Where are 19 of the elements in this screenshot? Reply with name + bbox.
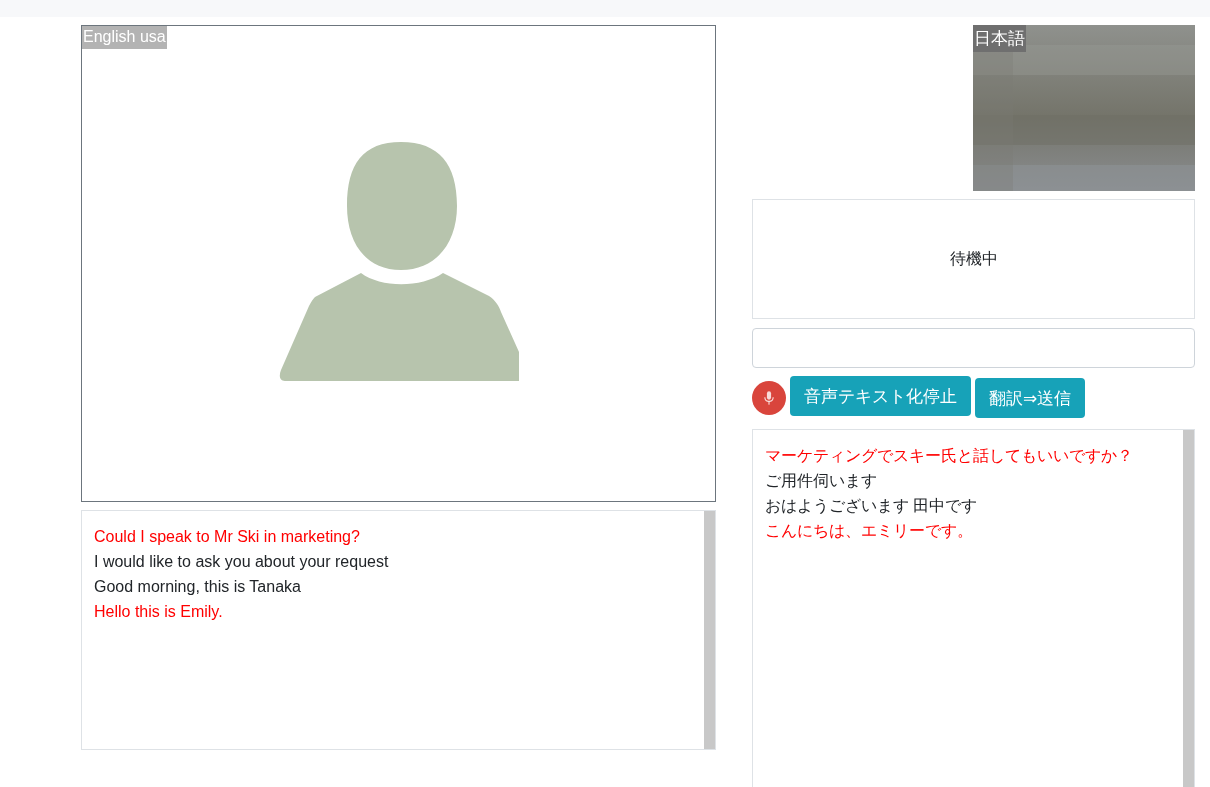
transcript-line: おはようございます 田中です [765,496,979,516]
microphone-button[interactable] [752,381,786,415]
scrollbar[interactable] [704,511,715,749]
transcript-line: Good morning, this is Tanaka [94,577,302,597]
transcript-line: マーケティングでスキー氏と話してもいいですか？ [765,446,1134,466]
transcript-line: ご用件伺います [765,471,878,491]
transcript-line: Could I speak to Mr Ski in marketing? [94,527,361,547]
action-button[interactable]: 音声テキスト化停止 [790,376,971,416]
language-label: English usa [82,26,167,49]
input-field[interactable] [752,328,1195,368]
status-text: 待機中 [949,248,998,269]
language-label: 日本語 [973,25,1026,52]
transcript-line: Hello this is Emily. [94,602,224,622]
action-button[interactable]: 翻訳⇒送信 [975,378,1086,418]
scrollbar[interactable] [1183,430,1194,787]
transcript-line: こんにちは、エミリーです。 [765,521,974,541]
transcript-line: I would like to ask you about your request [94,552,390,572]
microphone-icon [764,391,774,405]
avatar-icon [278,141,519,382]
